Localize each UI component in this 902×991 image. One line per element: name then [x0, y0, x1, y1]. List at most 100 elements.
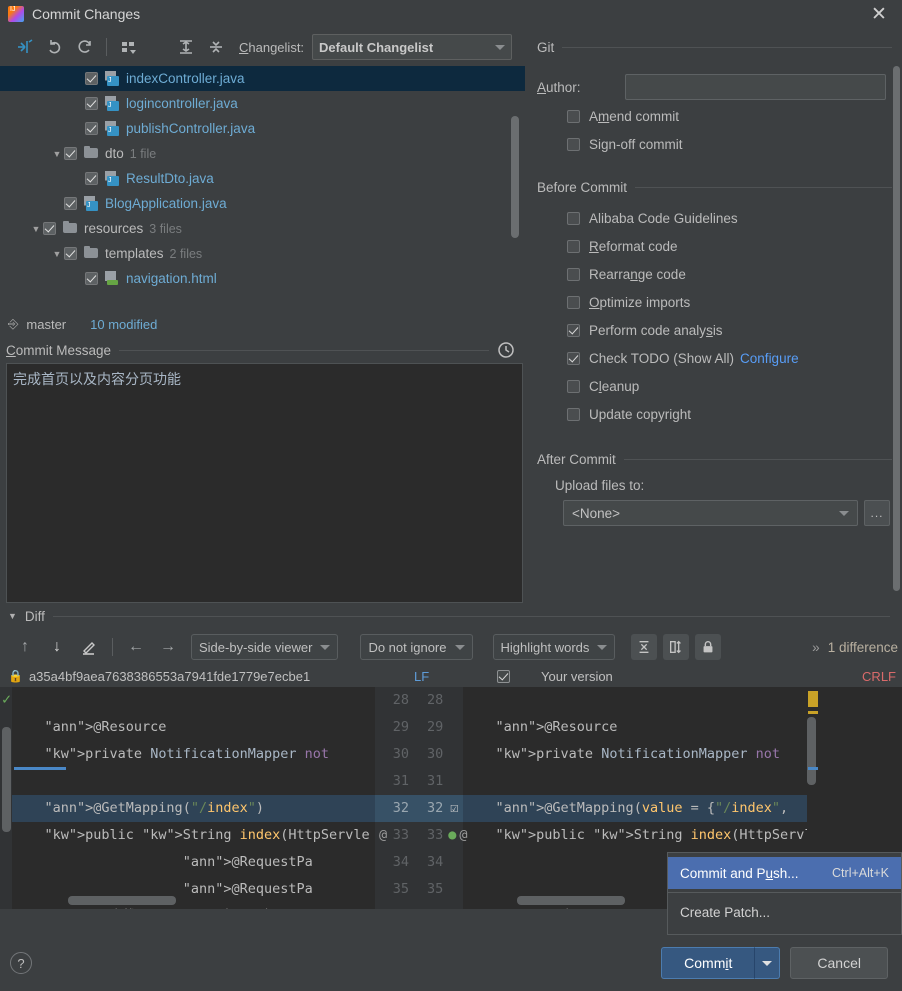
- edit-source-icon[interactable]: [74, 634, 104, 660]
- checkbox-box[interactable]: [567, 323, 580, 337]
- amend-commit-checkbox[interactable]: Amend commit: [525, 102, 902, 130]
- right-version-checkbox[interactable]: [497, 669, 510, 683]
- left-change-gutter[interactable]: ✓: [0, 687, 66, 909]
- checkbox-box[interactable]: [567, 295, 580, 309]
- expand-triangle-icon[interactable]: ▼: [50, 149, 64, 159]
- include-checkbox[interactable]: [85, 272, 98, 285]
- right-horizontal-scrollbar[interactable]: [517, 896, 625, 905]
- check-todo-checkbox[interactable]: Check TODO (Show All) Configure: [525, 344, 902, 372]
- show-diff-icon[interactable]: [10, 34, 40, 60]
- tree-row-resources[interactable]: ▼ resources 3 files: [0, 216, 525, 241]
- history-clock-icon[interactable]: [497, 341, 515, 359]
- accept-right-icon[interactable]: →: [153, 634, 183, 660]
- close-icon[interactable]: ✕: [866, 3, 892, 25]
- tree-row-resultdto-java[interactable]: ResultDto.java: [0, 166, 525, 191]
- upload-target-dropdown[interactable]: <None>: [563, 500, 858, 526]
- include-checkbox[interactable]: [85, 122, 98, 135]
- options-scrollbar[interactable]: [893, 66, 900, 591]
- include-checkbox[interactable]: [85, 172, 98, 185]
- tree-item-label: resources: [84, 221, 144, 236]
- previous-difference-icon[interactable]: ↑: [10, 634, 40, 660]
- include-checkbox[interactable]: [64, 147, 77, 160]
- alibaba-code-guidelines-checkbox[interactable]: Alibaba Code Guidelines: [525, 204, 902, 232]
- cleanup-checkbox[interactable]: Cleanup: [525, 372, 902, 400]
- changes-column: Changelist: Default Changelist indexCont…: [0, 28, 525, 603]
- diff-section-header[interactable]: ▼ Diff: [0, 603, 902, 629]
- author-input[interactable]: [625, 74, 886, 100]
- read-only-lock-icon[interactable]: [695, 634, 722, 660]
- left-diff-scrollbar[interactable]: [2, 727, 11, 832]
- commit-dropdown-menu[interactable]: Commit and Push... Ctrl+Alt+K Create Pat…: [667, 852, 902, 935]
- after-commit-label: After Commit: [537, 451, 616, 467]
- include-checkbox[interactable]: [64, 247, 77, 260]
- commit-button[interactable]: Commit: [661, 947, 755, 979]
- checkbox-box[interactable]: [567, 379, 580, 393]
- line-number: 30: [392, 746, 409, 762]
- menu-item-commit-and-push[interactable]: Commit and Push... Ctrl+Alt+K: [668, 857, 901, 889]
- reformat-code-checkbox[interactable]: Reformat code: [525, 232, 902, 260]
- optimize-imports-checkbox[interactable]: Optimize imports: [525, 288, 902, 316]
- accept-left-icon[interactable]: ←: [121, 634, 151, 660]
- checkbox-box[interactable]: [567, 407, 580, 421]
- help-button[interactable]: ?: [10, 952, 32, 974]
- right-line-separator[interactable]: CRLF: [862, 669, 896, 684]
- code-line: "ann">@RequestPa: [182, 881, 313, 897]
- refresh-icon[interactable]: [70, 34, 100, 60]
- intellij-idea-icon: [8, 6, 24, 22]
- revert-icon[interactable]: [40, 34, 70, 60]
- changed-files-tree[interactable]: indexController.java logincontroller.java…: [0, 66, 525, 311]
- checkbox-box[interactable]: [567, 239, 580, 253]
- commit-options-dropdown-button[interactable]: [754, 947, 781, 979]
- include-checkbox[interactable]: [64, 197, 77, 210]
- browse-button[interactable]: ...: [864, 500, 890, 526]
- chevron-right-icon[interactable]: »: [812, 640, 820, 655]
- expand-all-icon[interactable]: [171, 34, 201, 60]
- modified-count[interactable]: 10 modified: [90, 317, 157, 332]
- ignore-mode-dropdown[interactable]: Do not ignore: [360, 634, 473, 660]
- cancel-button[interactable]: Cancel: [790, 947, 888, 979]
- update-copyright-checkbox[interactable]: Update copyright: [525, 400, 902, 428]
- tree-row-indexcontroller-java[interactable]: indexController.java: [0, 66, 525, 91]
- group-by-icon[interactable]: [113, 34, 143, 60]
- rearrange-code-checkbox[interactable]: Rearrange code: [525, 260, 902, 288]
- perform-code-analysis-checkbox[interactable]: Perform code analysis: [525, 316, 902, 344]
- tree-row-publishcontroller-java[interactable]: publishController.java: [0, 116, 525, 141]
- highlight-mode-dropdown[interactable]: Highlight words: [492, 634, 616, 660]
- tree-row-logincontroller-java[interactable]: logincontroller.java: [0, 91, 525, 116]
- left-code-pane[interactable]: "ann">@Resource "kw">private Notificatio…: [12, 687, 375, 909]
- tree-row-navigation-html[interactable]: navigation.html: [0, 266, 525, 291]
- expand-triangle-icon[interactable]: ▼: [50, 249, 64, 259]
- include-checkbox[interactable]: [85, 97, 98, 110]
- checkbox-box[interactable]: [567, 211, 580, 225]
- left-horizontal-scrollbar[interactable]: [68, 896, 176, 905]
- collapse-unchanged-icon[interactable]: [631, 634, 658, 660]
- tree-row-blogapplication-java[interactable]: BlogApplication.java: [0, 191, 525, 216]
- checkbox-label: Check TODO (Show All): [589, 350, 735, 366]
- configure-link[interactable]: Configure: [740, 351, 799, 366]
- author-row: Author:: [525, 72, 902, 102]
- divider: [52, 615, 890, 617]
- changelist-dropdown[interactable]: Default Changelist: [312, 34, 513, 60]
- right-diff-scrollbar[interactable]: [807, 717, 816, 785]
- checkbox-box[interactable]: [567, 351, 580, 365]
- menu-item-create-patch[interactable]: Create Patch...: [668, 896, 901, 928]
- include-checkbox[interactable]: [43, 222, 56, 235]
- sign-off-commit-checkbox[interactable]: Sign-off commit: [525, 130, 902, 158]
- synchronize-scrolling-icon[interactable]: [663, 634, 690, 660]
- checkbox-box[interactable]: [567, 137, 580, 151]
- chevron-down-icon[interactable]: ▼: [8, 611, 17, 621]
- tree-row-templates[interactable]: ▼ templates 2 files: [0, 241, 525, 266]
- left-line-separator[interactable]: LF: [414, 669, 429, 684]
- checkbox-box[interactable]: [567, 109, 580, 123]
- expand-triangle-icon[interactable]: ▼: [29, 224, 43, 234]
- collapse-all-icon[interactable]: [201, 34, 231, 60]
- tree-row-dto[interactable]: ▼ dto 1 file: [0, 141, 525, 166]
- next-difference-icon[interactable]: ↓: [42, 634, 72, 660]
- tree-scrollbar[interactable]: [511, 116, 519, 238]
- checkbox-box[interactable]: [567, 267, 580, 281]
- include-checkbox[interactable]: [85, 72, 98, 85]
- menu-separator: [668, 892, 901, 893]
- commit-message-input[interactable]: 完成首页以及内容分页功能: [6, 363, 523, 603]
- viewer-mode-dropdown[interactable]: Side-by-side viewer: [191, 634, 339, 660]
